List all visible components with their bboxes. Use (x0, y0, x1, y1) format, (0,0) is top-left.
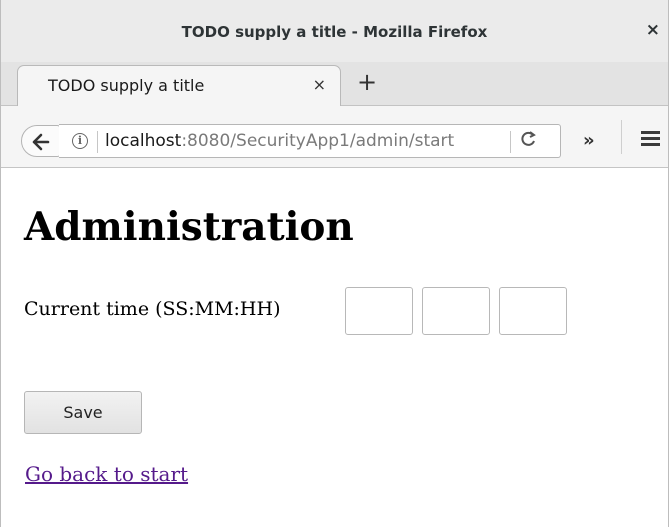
hamburger-menu-icon[interactable] (641, 131, 660, 147)
overflow-chevron-icon[interactable]: » (583, 130, 595, 151)
url-host: localhost (105, 131, 182, 151)
tab-title: TODO supply a title (48, 76, 205, 95)
window-close-icon[interactable]: × (646, 20, 660, 40)
hours-input[interactable] (499, 287, 567, 335)
tab-strip: TODO supply a title × + (1, 62, 668, 107)
minutes-input[interactable] (422, 287, 490, 335)
tab-close-icon[interactable]: × (313, 75, 326, 94)
url-separator (97, 131, 98, 153)
go-back-link[interactable]: Go back to start (25, 462, 188, 486)
navigation-bar: i localhost:8080/SecurityApp1/admin/star… (1, 106, 668, 168)
page-title: Administration (24, 204, 354, 250)
url-bar[interactable]: i localhost:8080/SecurityApp1/admin/star… (59, 124, 561, 158)
browser-window: TODO supply a title - Mozilla Firefox × … (0, 0, 669, 527)
window-title: TODO supply a title - Mozilla Firefox (181, 23, 488, 41)
page-content: Administration Current time (SS:MM:HH) S… (1, 168, 668, 527)
back-arrow-icon (32, 133, 50, 151)
url-path: :8080/SecurityApp1/admin/start (181, 131, 455, 151)
seconds-input[interactable] (345, 287, 413, 335)
save-button[interactable]: Save (24, 391, 142, 434)
back-button[interactable] (21, 125, 61, 157)
reload-icon[interactable] (521, 130, 537, 153)
tab-active[interactable]: TODO supply a title × (17, 65, 341, 107)
time-label: Current time (SS:MM:HH) (24, 298, 281, 320)
info-icon[interactable]: i (72, 133, 88, 149)
toolbar-separator (621, 120, 622, 154)
new-tab-button[interactable]: + (357, 70, 377, 94)
url-text[interactable]: localhost:8080/SecurityApp1/admin/start (105, 131, 510, 151)
title-bar: TODO supply a title - Mozilla Firefox × (1, 0, 668, 62)
url-fade (459, 127, 511, 155)
reload-separator (510, 131, 511, 153)
